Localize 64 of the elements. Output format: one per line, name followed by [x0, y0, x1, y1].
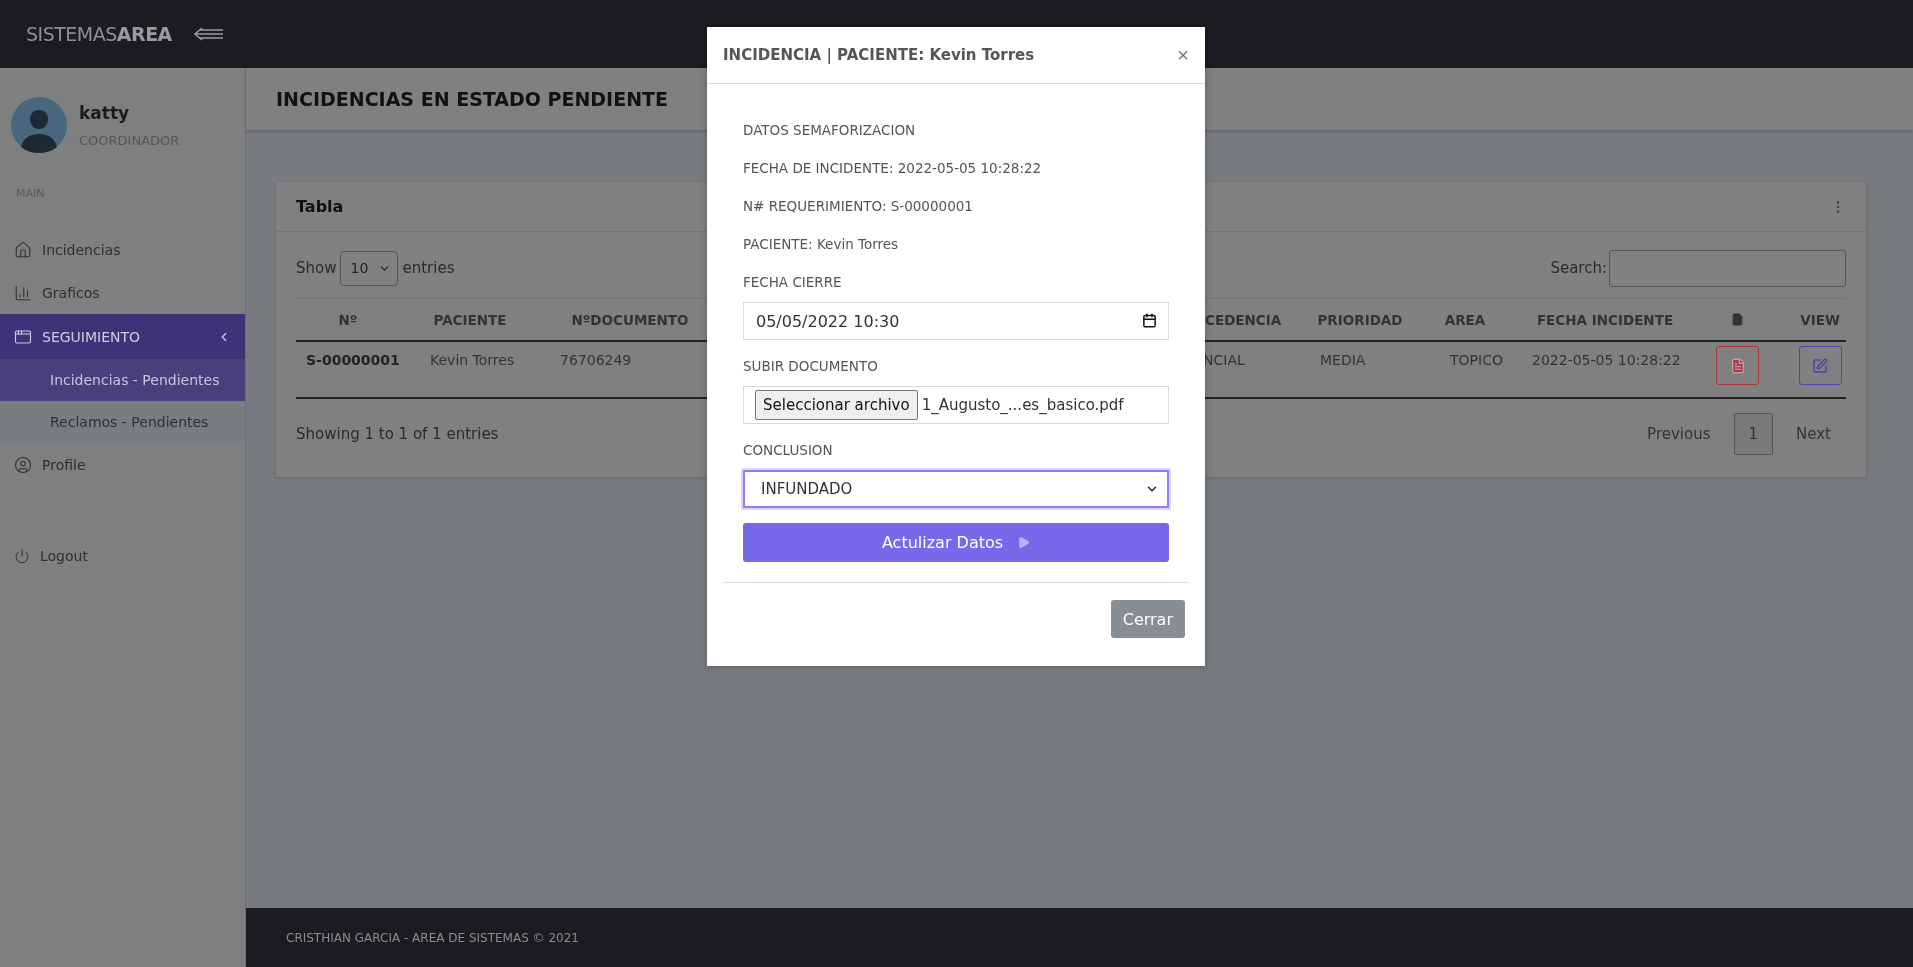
show-label: Show: [296, 259, 337, 277]
update-button[interactable]: Actulizar Datos: [743, 523, 1169, 562]
edit-icon: [1812, 357, 1828, 374]
info-line: PACIENTE: Kevin Torres: [743, 236, 900, 254]
page-button[interactable]: Next: [1781, 413, 1846, 455]
modal-title: INCIDENCIA | PACIENTE: Kevin Torres: [723, 46, 1035, 64]
column-header: FECHA INCIDENTE: [1536, 311, 1674, 328]
edit-button[interactable]: [1798, 346, 1842, 385]
close-button[interactable]: ×: [1177, 43, 1189, 67]
choose-file-button[interactable]: Seleccionar archivo: [755, 390, 918, 420]
document-icon: [1731, 313, 1744, 326]
table-cell: TOPICO: [1450, 352, 1503, 368]
footer-text: CRISTHIAN GARCIA - AREA DE SISTEMAS © 2021: [286, 930, 579, 945]
date-field[interactable]: 05/05/2022 10:30: [743, 302, 1169, 340]
entries-label: entries: [402, 259, 455, 277]
calendar-icon[interactable]: [1142, 313, 1157, 328]
sidebar-item[interactable]: Graficos: [0, 271, 245, 314]
table-info: Showing 1 to 1 of 1 entries: [296, 425, 499, 443]
avatar-icon: [11, 97, 67, 153]
table-cell: 76706249: [560, 352, 632, 368]
column-header: PACIENTE: [433, 311, 507, 328]
conclusion-select[interactable]: INFUNDADO: [743, 470, 1169, 508]
sidebar-item[interactable]: SEGUIMIENTO: [0, 314, 245, 359]
table-cell: S-00000001: [306, 352, 400, 368]
table-cell: 2022-05-05 10:28:22: [1532, 352, 1681, 368]
logout-link[interactable]: Logout: [0, 534, 245, 577]
nav-icon: [14, 240, 32, 259]
menu-toggle-icon[interactable]: [193, 27, 224, 41]
submenu-item[interactable]: Reclamos - Pendientes: [0, 401, 245, 443]
table-cell: MEDIA: [1320, 352, 1366, 368]
column-header: AREA: [1444, 311, 1486, 328]
app-logo: SISTEMASAREA: [26, 23, 172, 45]
sidebar-item[interactable]: Incidencias: [0, 228, 245, 271]
page-size-select[interactable]: 10: [340, 250, 399, 286]
search-label: Search:: [1550, 259, 1607, 277]
field-label: CONCLUSION: [743, 442, 834, 460]
submenu-item[interactable]: Incidencias - Pendientes: [0, 359, 245, 401]
nav-icon: [14, 283, 32, 302]
nav-icon: [14, 455, 32, 474]
column-header: VIEW: [1800, 311, 1840, 328]
column-header: PRIORIDAD: [1317, 311, 1403, 328]
page-title: INCIDENCIAS EN ESTADO PENDIENTE: [276, 88, 668, 110]
field-label: FECHA CIERRE: [743, 274, 843, 292]
card-title: Tabla: [296, 197, 344, 216]
page-button[interactable]: Previous: [1632, 413, 1726, 455]
power-icon: [14, 547, 30, 564]
column-header: Nº: [338, 311, 358, 328]
info-line: FECHA DE INCIDENTE: 2022-05-05 10:28:22: [743, 160, 1043, 178]
column-header: NºDOCUMENTO: [571, 311, 689, 328]
search-field[interactable]: [1609, 249, 1846, 287]
info-line: DATOS SEMAFORIZACION: [743, 122, 917, 140]
table-cell: Kevin Torres: [430, 352, 515, 368]
info-line: N# REQUERIMIENTO: S-00000001: [743, 198, 974, 216]
page-button[interactable]: 1: [1733, 413, 1774, 455]
user-name: katty: [79, 102, 131, 123]
sidebar-item[interactable]: Profile: [0, 443, 245, 486]
play-icon: [1017, 536, 1031, 549]
file-name: 1_Augusto_...es_basico.pdf: [921, 396, 1124, 414]
column-header: CEDENCIA: [1205, 311, 1282, 328]
field-label: SUBIR DOCUMENTO: [743, 358, 879, 376]
nav-icon: [14, 327, 32, 346]
pdf-file-icon: [1729, 357, 1746, 374]
close-modal-button[interactable]: Cerrar: [1110, 600, 1185, 638]
pdf-button[interactable]: [1716, 346, 1759, 385]
